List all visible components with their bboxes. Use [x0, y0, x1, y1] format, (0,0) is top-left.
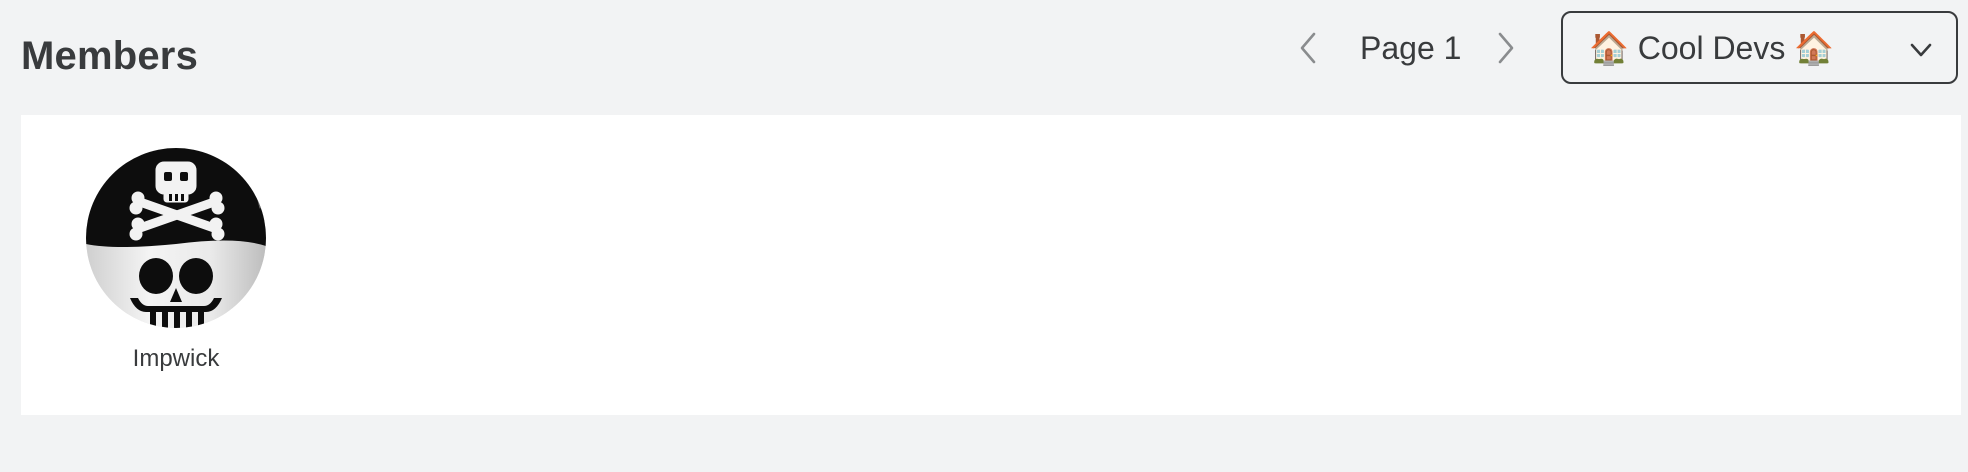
next-page-button[interactable]: [1488, 30, 1524, 66]
page-title: Members: [21, 34, 199, 78]
previous-page-button[interactable]: [1290, 30, 1326, 66]
members-header: Members Page 1 🏠 Cool Devs 🏠: [0, 0, 1968, 112]
chevron-left-icon: [1300, 32, 1316, 64]
member-avatar[interactable]: [86, 148, 266, 328]
members-panel: Impwick: [21, 115, 1961, 415]
page-number-label: Page 1: [1360, 30, 1462, 66]
member-name[interactable]: Impwick: [65, 344, 287, 374]
chevron-right-icon: [1498, 32, 1514, 64]
pirate-skeleton-avatar-icon: [86, 148, 266, 328]
group-dropdown[interactable]: 🏠 Cool Devs 🏠: [1561, 11, 1958, 84]
pagination: Page 1: [1280, 18, 1530, 78]
chevron-down-icon: [1910, 43, 1932, 57]
group-dropdown-value: 🏠 Cool Devs 🏠: [1589, 30, 1835, 66]
